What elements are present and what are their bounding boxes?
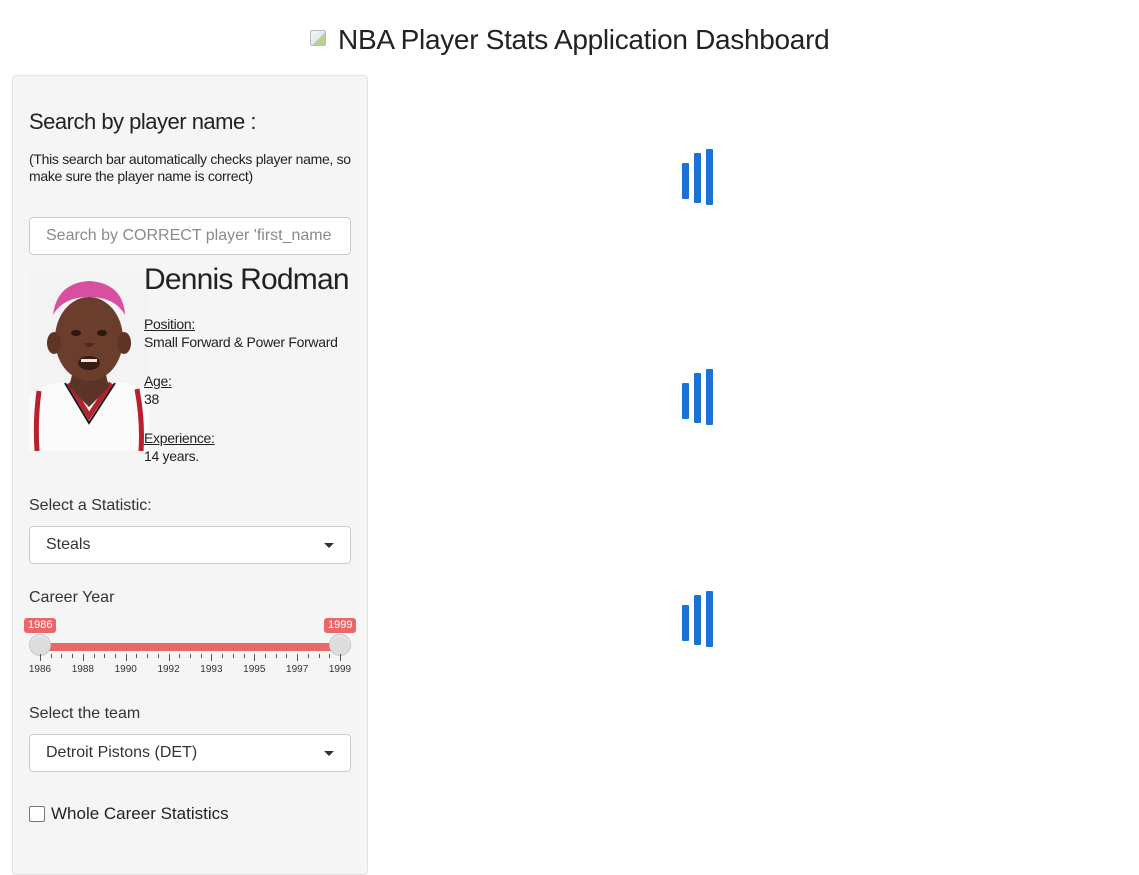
slider-tick [329, 654, 331, 658]
slider-tick [115, 654, 116, 658]
age-label: Age: [144, 373, 172, 389]
position-label: Position: [144, 316, 195, 332]
slider-tick [179, 654, 181, 658]
slider-tick-label: 1990 [114, 664, 137, 675]
slider-tick [232, 654, 234, 658]
loading-spinner [682, 591, 714, 647]
slider-tick [40, 654, 41, 661]
broken-image-icon [309, 30, 326, 46]
slider-tick [340, 654, 341, 661]
position-value: Small Forward & Power Forward [144, 334, 338, 350]
slider-tick [50, 654, 52, 658]
page-header: NBA Player Stats Application Dashboard [0, 24, 1139, 56]
team-label: Select the team [29, 705, 141, 722]
slider-tick [254, 654, 256, 661]
experience-value: 14 years. [144, 448, 199, 464]
slider-tick [297, 654, 299, 661]
search-heading: Search by player name : [29, 109, 256, 134]
slider-tick [168, 654, 170, 661]
loading-spinner [682, 149, 714, 205]
player-name: Dennis Rodman [144, 263, 350, 296]
search-note: (This search bar automatically checks pl… [29, 151, 351, 184]
career-year-label: Career Year [29, 589, 115, 606]
age-value: 38 [144, 391, 159, 407]
slider-max-handle[interactable] [329, 634, 351, 656]
slider-min-badge: 1986 [24, 618, 57, 633]
statistic-label: Select a Statistic: [29, 497, 152, 514]
whole-career-checkbox[interactable] [29, 806, 45, 822]
slider-range-fill [40, 643, 340, 651]
team-selected-value: Detroit Pistons (DET) [46, 744, 198, 761]
career-year-slider[interactable] [40, 643, 340, 651]
slider-tick [147, 654, 149, 658]
slider-tick-label: 1995 [243, 664, 266, 675]
slider-tick [72, 654, 74, 658]
sidebar-panel: Search by player name : (This search bar… [12, 75, 368, 875]
slider-tick [318, 654, 320, 658]
chevron-down-icon [324, 543, 334, 548]
slider-tick-label: 1997 [286, 664, 309, 675]
slider-tick [265, 654, 266, 658]
slider-tick-label: 1993 [200, 664, 223, 675]
loading-spinner [682, 369, 714, 425]
slider-tick [104, 654, 106, 658]
slider-min-handle[interactable] [29, 634, 51, 656]
slider-tick-label: 1999 [328, 664, 352, 675]
slider-tick [93, 654, 95, 658]
slider-tick [243, 654, 245, 658]
slider-tick [190, 654, 191, 658]
slider-tick [125, 654, 127, 661]
experience-label: Experience: [144, 430, 215, 446]
slider-tick [82, 654, 84, 661]
slider-tick [211, 654, 213, 661]
slider-tick [275, 654, 277, 658]
whole-career-label[interactable]: Whole Career Statistics [51, 804, 229, 824]
player-photo [29, 271, 149, 451]
slider-tick [61, 654, 63, 658]
statistic-select[interactable]: Steals [29, 526, 351, 564]
slider-tick [136, 654, 138, 658]
slider-tick-label: 1986 [28, 664, 52, 675]
slider-tick-label: 1992 [157, 664, 180, 675]
slider-tick [157, 654, 159, 658]
slider-max-badge: 1999 [324, 618, 357, 633]
chevron-down-icon [324, 751, 334, 756]
page-title: NBA Player Stats Application Dashboard [338, 24, 830, 55]
team-select[interactable]: Detroit Pistons (DET) [29, 734, 351, 772]
player-search-input[interactable] [29, 217, 351, 255]
slider-tick [200, 654, 202, 658]
slider-tick [307, 654, 309, 658]
statistic-selected-value: Steals [46, 536, 91, 553]
slider-tick [222, 654, 224, 658]
slider-tick [286, 654, 288, 658]
slider-tick-label: 1988 [71, 664, 94, 675]
